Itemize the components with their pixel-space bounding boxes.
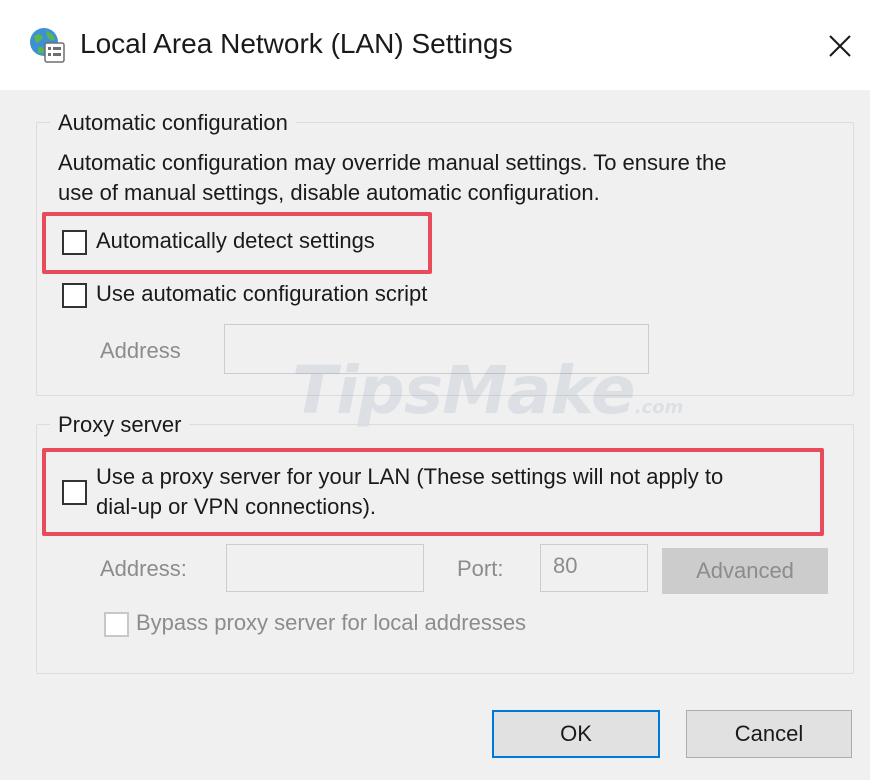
cancel-button[interactable]: Cancel [686, 710, 852, 758]
bypass-local-label[interactable]: Bypass proxy server for local addresses [136, 610, 526, 636]
use-script-label[interactable]: Use automatic configuration script [96, 281, 427, 307]
watermark-logo: TipsMake.com [292, 352, 684, 429]
close-icon [829, 35, 851, 57]
ok-button[interactable]: OK [492, 710, 660, 758]
auto-detect-highlight [42, 212, 432, 274]
advanced-button[interactable]: Advanced [662, 548, 828, 594]
proxy-address-label: Address: [100, 556, 187, 581]
use-script-checkbox[interactable] [62, 283, 87, 308]
auto-config-legend: Automatic configuration [50, 110, 296, 136]
window-title: Local Area Network (LAN) Settings [80, 28, 513, 59]
port-label: Port: [457, 556, 504, 581]
use-proxy-highlight [42, 448, 824, 536]
proxy-server-legend: Proxy server [50, 412, 190, 438]
proxy-address-input[interactable] [226, 544, 424, 592]
close-button[interactable] [812, 18, 868, 74]
bypass-local-checkbox[interactable] [104, 612, 129, 637]
auto-config-description-line1: Automatic configuration may override man… [58, 150, 727, 175]
auto-config-description-line2: use of manual settings, disable automati… [58, 180, 600, 205]
script-address-label: Address [100, 338, 181, 363]
globe-settings-icon [28, 26, 66, 64]
port-input[interactable]: 80 [540, 544, 648, 592]
title-bar: Local Area Network (LAN) Settings [0, 0, 870, 90]
